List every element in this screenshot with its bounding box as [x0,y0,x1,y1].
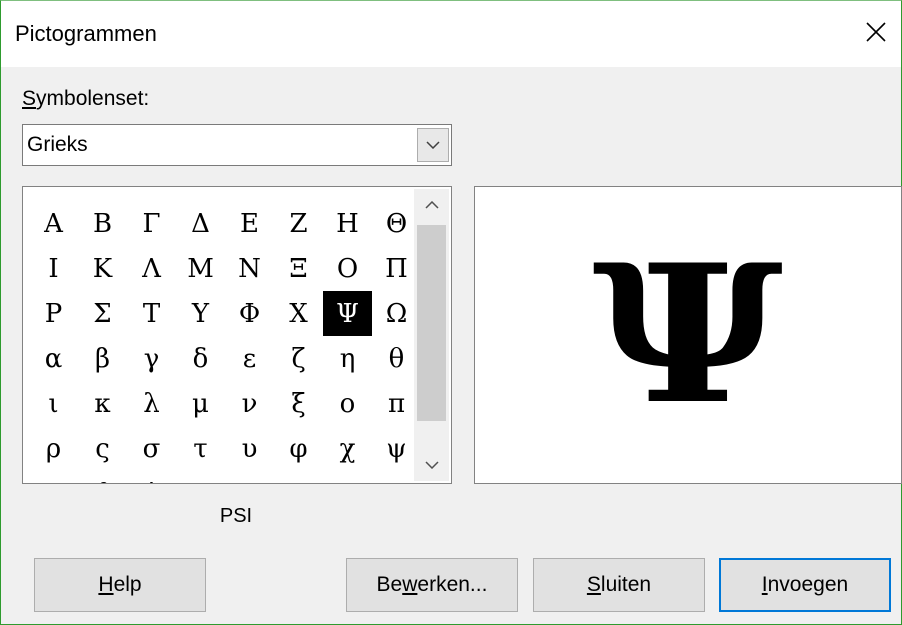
close-mnemonic: S [586,573,601,596]
symbol-cell[interactable] [274,471,323,483]
symbol-cell[interactable]: Α [29,201,78,246]
help-label: elp [113,573,142,596]
symbol-cell[interactable]: λ [127,381,176,426]
symbol-cell[interactable]: φ [274,426,323,471]
symbol-cell[interactable]: ξ [274,381,323,426]
symbol-cell[interactable]: Τ [127,291,176,336]
symbol-cell[interactable]: Φ [225,291,274,336]
symbol-cell[interactable]: Ι [29,246,78,291]
help-mnemonic: H [98,573,114,596]
symbol-cell[interactable]: κ [78,381,127,426]
symbol-cell[interactable]: ο [323,381,372,426]
combo-chevron-glyph [426,141,440,149]
preview-glyph: Ψ [592,223,784,446]
symbol-cell[interactable]: ϑ [78,471,127,484]
symbolset-value: Grieks [27,133,88,156]
symbol-cell[interactable]: Β [78,201,127,246]
symbol-cell[interactable]: Ν [225,246,274,291]
symbol-name: PSI [219,505,253,527]
scroll-up-glyph [424,201,439,209]
close-icon[interactable] [861,15,891,49]
close-x-glyph [866,22,886,42]
scrollbar-thumb[interactable] [417,225,446,421]
scroll-down-icon[interactable] [414,449,449,481]
symbol-cell[interactable]: Ο [323,246,372,291]
symbol-cell-selected[interactable]: Ψ [323,291,372,336]
symbol-cell[interactable]: ς [78,426,127,471]
edit-label-rest: erken... [417,573,488,596]
symbol-cell[interactable]: τ [176,426,225,471]
scroll-up-icon[interactable] [414,189,449,221]
symbol-cell[interactable]: Ε [225,201,274,246]
symbolset-combobox[interactable]: Grieks [22,124,452,166]
symbolset-label-mnemonic: S [22,87,37,110]
symbol-cell[interactable]: Ρ [29,291,78,336]
close-label: luiten [600,573,652,596]
special-characters-dialog: Pictogrammen Symbolenset: Grieks ΑΒΓΔΕΖΗ… [0,0,902,625]
symbol-grid[interactable]: ΑΒΓΔΕΖΗΘΙΚΛΜΝΞΟΠΡΣΤΥΦΧΨΩαβγδεζηθικλμνξοπ… [22,186,452,484]
scroll-down-glyph [424,461,439,469]
symbol-cell[interactable]: ε [225,336,274,381]
edit-button[interactable]: Be w erken... [346,558,518,612]
symbol-cell[interactable]: Λ [127,246,176,291]
edit-mnemonic: w [402,573,418,596]
symbol-cell[interactable]: Μ [176,246,225,291]
symbol-cell[interactable]: Κ [78,246,127,291]
symbol-cell[interactable]: ω [29,471,78,484]
symbol-cell[interactable]: η [323,336,372,381]
symbol-grid-cells: ΑΒΓΔΕΖΗΘΙΚΛΜΝΞΟΠΡΣΤΥΦΧΨΩαβγδεζηθικλμνξοπ… [29,201,421,484]
symbol-cell[interactable]: χ [323,426,372,471]
symbol-cell[interactable]: Η [323,201,372,246]
symbol-cell[interactable]: Σ [78,291,127,336]
vertical-scrollbar[interactable] [414,189,449,481]
symbol-cell[interactable]: ϕ [127,471,176,484]
symbol-cell[interactable] [176,471,225,483]
symbolset-label-text: ymbolenset: [36,87,150,110]
insert-button[interactable]: Invoegen [719,558,891,612]
symbol-cell[interactable]: Ξ [274,246,323,291]
symbol-cell[interactable]: α [29,336,78,381]
symbol-cell[interactable]: υ [225,426,274,471]
window-title: Pictogrammen [15,21,157,46]
help-button[interactable]: Help [34,558,206,612]
close-button[interactable]: Sluiten [533,558,705,612]
symbol-preview: Ψ [474,186,902,484]
symbol-cell[interactable]: Γ [127,201,176,246]
symbolset-label: Symbolenset: [22,87,149,111]
insert-label: nvoegen [767,573,849,596]
symbol-cell[interactable]: ν [225,381,274,426]
symbol-cell[interactable]: σ [127,426,176,471]
symbol-cell[interactable]: β [78,336,127,381]
symbol-cell[interactable]: γ [127,336,176,381]
symbol-cell[interactable]: ι [29,381,78,426]
symbol-cell[interactable]: μ [176,381,225,426]
edit-label-start: Be [376,573,403,596]
symbol-cell[interactable]: ζ [274,336,323,381]
symbol-cell[interactable]: Χ [274,291,323,336]
symbol-cell[interactable]: Υ [176,291,225,336]
symbol-cell[interactable]: Ζ [274,201,323,246]
title-bar: Pictogrammen [1,1,901,67]
chevron-down-icon[interactable] [417,128,449,162]
symbol-cell[interactable]: ρ [29,426,78,471]
symbol-cell[interactable] [323,471,372,483]
symbol-cell[interactable]: δ [176,336,225,381]
symbol-cell[interactable] [225,471,274,483]
symbol-cell[interactable]: Δ [176,201,225,246]
